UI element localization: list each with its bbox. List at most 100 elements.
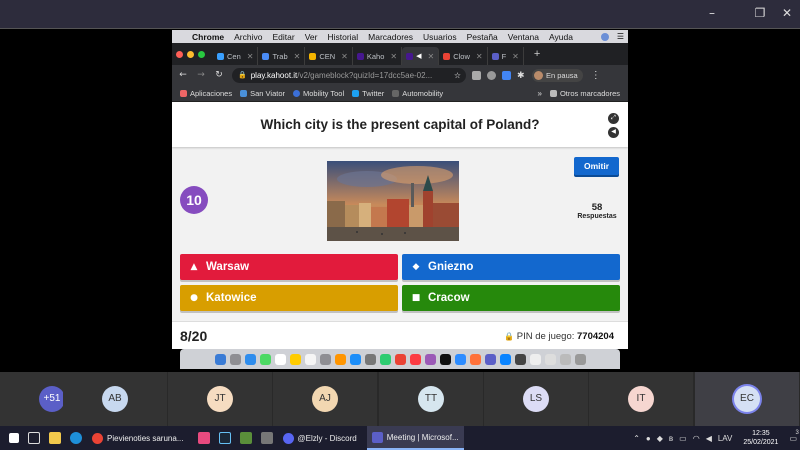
chevron-up-icon[interactable]: ⌃ — [633, 434, 640, 443]
globe-icon[interactable] — [600, 32, 609, 41]
close-tab-icon[interactable]: ✕ — [428, 52, 435, 61]
zoom-icon[interactable] — [454, 353, 466, 365]
calendar-icon[interactable] — [274, 353, 286, 365]
menu-editar[interactable]: Editar — [272, 32, 294, 42]
chrome-icon[interactable] — [394, 353, 406, 365]
extension-icon[interactable] — [487, 70, 496, 80]
system-clock[interactable]: 12:35 25/02/2021 — [743, 429, 778, 447]
microphone-icon[interactable]: ● — [646, 434, 651, 443]
participant-tile[interactable]: AB — [63, 372, 167, 426]
menu-archivo[interactable]: Archivo — [234, 32, 262, 42]
minecraft-icon[interactable] — [239, 432, 252, 444]
menu-usuarios[interactable]: Usuarios — [423, 32, 457, 42]
participant-tile-self[interactable]: EC — [695, 372, 799, 426]
taskbar-app-chrome[interactable]: Pievienoties saruna... — [87, 426, 189, 450]
menu-pestana[interactable]: Pestaña — [467, 32, 498, 42]
messages-icon[interactable] — [259, 353, 271, 365]
music-icon[interactable] — [409, 353, 421, 365]
trash-icon[interactable] — [574, 353, 586, 365]
bookmark-twitter[interactable]: Twitter — [352, 89, 384, 98]
photos-icon[interactable] — [334, 353, 346, 365]
task-view-icon[interactable] — [28, 432, 40, 444]
participant-tile[interactable]: TT — [379, 372, 483, 426]
tab-cen-2[interactable]: CEN ✕ — [305, 47, 353, 65]
volume-icon[interactable]: ◀ — [706, 434, 712, 443]
dropbox-icon[interactable]: ◆ — [657, 434, 663, 443]
keynote-icon[interactable] — [499, 353, 511, 365]
bookmark-san-viator[interactable]: San Viator — [240, 89, 285, 98]
profile-paused-button[interactable]: En pausa — [532, 68, 583, 82]
minimize-window-icon[interactable] — [187, 50, 194, 58]
close-tab-icon[interactable]: ✕ — [294, 52, 301, 61]
participant-tile[interactable]: IT — [589, 372, 693, 426]
bookmark-mobility-tool[interactable]: Mobility Tool — [293, 89, 344, 98]
taskbar-app-teams[interactable]: Meeting | Microsof... — [366, 426, 464, 450]
menu-app-name[interactable]: Chrome — [192, 32, 224, 42]
file-explorer-icon[interactable] — [49, 432, 61, 444]
taskbar-app-discord[interactable]: @Elzly - Discord — [278, 426, 362, 450]
battery-icon[interactable]: ▭ — [679, 434, 687, 443]
puzzle-icon[interactable]: ✱ — [517, 70, 526, 80]
steam-icon[interactable] — [218, 432, 231, 444]
participant-tile[interactable]: LS — [484, 372, 588, 426]
notes-icon[interactable] — [289, 353, 301, 365]
restore-icon[interactable]: ❐ — [753, 6, 767, 20]
answer-warsaw[interactable]: ▲ Warsaw — [180, 254, 398, 280]
keyboard-language[interactable]: LAV — [718, 434, 733, 443]
teams-icon[interactable] — [484, 353, 496, 365]
participant-tile[interactable]: JT — [168, 372, 272, 426]
answer-cracow[interactable]: ■ Cracow — [402, 285, 620, 311]
finder-icon[interactable] — [214, 353, 226, 365]
tab-teams[interactable]: F ✕ — [488, 47, 524, 65]
more-bookmarks-icon[interactable]: » — [538, 89, 542, 98]
safari-icon[interactable] — [244, 353, 256, 365]
tab-kahoot[interactable]: Kaho ✕ — [353, 47, 403, 65]
skip-button[interactable]: Omitir — [574, 157, 619, 175]
back-icon[interactable]: ← — [176, 70, 190, 80]
menu-ver[interactable]: Ver — [305, 32, 318, 42]
wifi-icon[interactable]: ◠ — [693, 434, 700, 443]
notification-icon[interactable]: ▭ 3 — [789, 430, 798, 443]
screenshot-icon[interactable] — [514, 353, 526, 365]
menu-ayuda[interactable]: Ayuda — [549, 32, 573, 42]
minimize-icon[interactable]: – — [705, 6, 719, 20]
firefox-icon[interactable] — [469, 353, 481, 365]
app-icon[interactable] — [260, 432, 273, 444]
star-icon[interactable]: ☆ — [454, 71, 461, 80]
zoom-window-icon[interactable] — [198, 50, 205, 58]
fullscreen-icon[interactable]: ⤢ — [608, 113, 619, 124]
folder-icon[interactable] — [544, 353, 556, 365]
menu-marcadores[interactable]: Marcadores — [368, 32, 413, 42]
folder-icon[interactable] — [559, 353, 571, 365]
podcasts-icon[interactable] — [424, 353, 436, 365]
numbers-icon[interactable] — [379, 353, 391, 365]
photobooth-icon[interactable] — [319, 353, 331, 365]
close-icon[interactable]: ✕ — [780, 6, 794, 20]
menu-ventana[interactable]: Ventana — [508, 32, 539, 42]
control-center-icon[interactable]: ☰ — [617, 32, 624, 41]
close-tab-icon[interactable]: ✕ — [512, 52, 519, 61]
bookmark-aplicaciones[interactable]: Aplicaciones — [180, 89, 232, 98]
tab-clow[interactable]: Clow ✕ — [439, 47, 488, 65]
address-bar[interactable]: 🔒 play.kahoot.it /v2/gameblock?quizId=17… — [232, 67, 466, 83]
participant-tile[interactable]: AJ — [273, 372, 377, 426]
menu-historial[interactable]: Historial — [327, 32, 358, 42]
close-tab-icon[interactable]: ✕ — [341, 52, 348, 61]
reload-icon[interactable]: ↻ — [212, 70, 226, 80]
close-tab-icon[interactable]: ✕ — [247, 52, 254, 61]
bookmark-automobility[interactable]: Automobility — [392, 89, 443, 98]
bluetooth-icon[interactable]: ʙ — [669, 434, 673, 443]
reminders-icon[interactable] — [304, 353, 316, 365]
sound-icon[interactable]: ◀ — [608, 127, 619, 138]
extension-icon[interactable] — [502, 70, 511, 80]
bookmark-other[interactable]: Otros marcadores — [549, 89, 620, 98]
new-tab-icon[interactable]: + — [534, 48, 540, 60]
close-window-icon[interactable] — [176, 50, 183, 58]
speaker-icon[interactable]: ◀ — [416, 52, 421, 60]
tv-icon[interactable] — [439, 353, 451, 365]
close-tab-icon[interactable]: ✕ — [390, 52, 397, 61]
photos-icon[interactable] — [197, 432, 210, 444]
windows-start-icon[interactable] — [9, 433, 19, 443]
app-store-icon[interactable] — [349, 353, 361, 365]
tab-cen[interactable]: Cen ✕ — [213, 47, 259, 65]
